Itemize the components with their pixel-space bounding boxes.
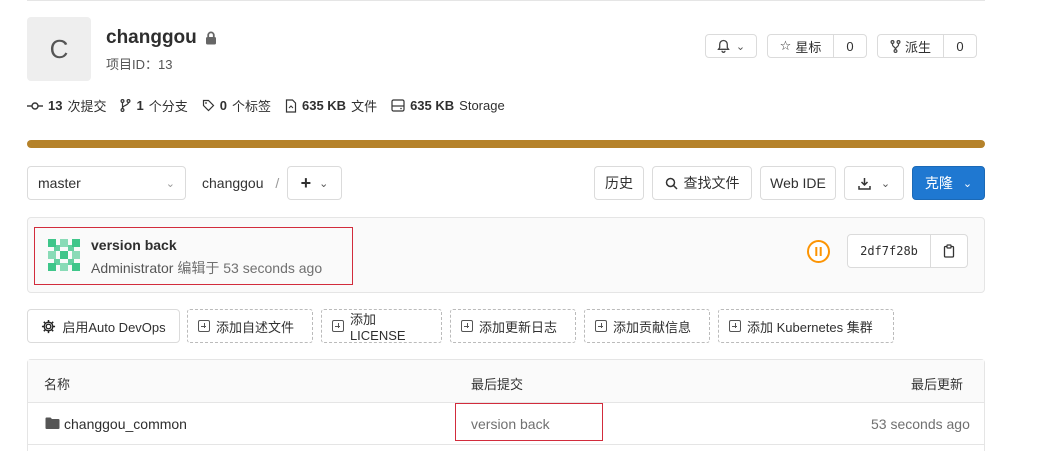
- notification-dropdown[interactable]: ⌄: [705, 34, 757, 58]
- commits-count: 13: [48, 98, 63, 113]
- auto-devops-label: 启用Auto DevOps: [62, 319, 166, 335]
- add-license-button[interactable]: 添加LICENSE: [321, 309, 442, 343]
- project-name[interactable]: changgou: [106, 27, 197, 49]
- star-button[interactable]: ☆ 星标: [767, 34, 834, 58]
- commits-stat[interactable]: 13 次提交: [27, 96, 106, 115]
- branches-stat[interactable]: 1 个分支: [120, 96, 188, 115]
- gear-icon: [42, 319, 56, 333]
- folder-icon: [45, 417, 60, 429]
- auto-devops-button[interactable]: 启用Auto DevOps: [27, 309, 180, 343]
- project-id: 项目ID：13: [106, 57, 173, 72]
- project-avatar: C: [27, 17, 91, 81]
- plus-square-icon: [595, 320, 607, 332]
- star-count[interactable]: 0: [833, 34, 867, 58]
- commits-label: 次提交: [67, 99, 107, 114]
- add-readme-button[interactable]: 添加自述文件: [187, 309, 313, 343]
- chevron-down-icon: ⌄: [735, 40, 746, 53]
- find-file-label: 查找文件: [683, 175, 740, 191]
- storage-size: 635 KB: [410, 98, 455, 113]
- files-label: 文件: [351, 99, 378, 114]
- storage-icon: [391, 99, 405, 112]
- bell-icon: [717, 39, 730, 53]
- project-stats: 13 次提交 1 个分支 0 个标签 635 KB 文件 635 KB Storage: [27, 96, 505, 115]
- breadcrumb[interactable]: changgou /: [202, 175, 279, 191]
- star-label: 星标: [795, 39, 822, 55]
- add-kubernetes-button[interactable]: 添加 Kubernetes 集群: [718, 309, 894, 343]
- add-contributing-button[interactable]: 添加贡献信息: [584, 309, 710, 343]
- web-ide-button[interactable]: Web IDE: [760, 166, 836, 200]
- plus-square-icon: [729, 320, 741, 332]
- tag-icon: [202, 99, 215, 112]
- chevron-down-icon: ⌄: [165, 177, 175, 190]
- plus-icon: +: [300, 173, 312, 193]
- search-icon: [665, 177, 678, 190]
- plus-square-icon: [332, 320, 344, 332]
- download-icon: [858, 177, 871, 190]
- clone-label: 克隆: [924, 175, 953, 191]
- fork-icon: [890, 39, 901, 53]
- lock-icon: [205, 31, 216, 45]
- clipboard-icon: [943, 244, 955, 258]
- add-readme-label: 添加自述文件: [216, 319, 295, 335]
- history-button[interactable]: 历史: [594, 166, 644, 200]
- commit-title[interactable]: version back: [91, 237, 177, 253]
- tags-count: 0: [219, 98, 227, 113]
- find-file-button[interactable]: 查找文件: [652, 166, 752, 200]
- commit-sha[interactable]: 2df7f28b: [847, 234, 931, 268]
- project-title[interactable]: changgou: [106, 27, 217, 49]
- branches-label: 个分支: [148, 99, 188, 114]
- commit-author[interactable]: Administrator: [91, 260, 173, 276]
- files-stat[interactable]: 635 KB 文件: [285, 96, 377, 115]
- commit-meta: Administrator 编辑于 53 seconds ago: [91, 258, 322, 278]
- storage-label: Storage: [459, 98, 505, 113]
- download-dropdown[interactable]: ⌄: [844, 166, 904, 200]
- add-changelog-button[interactable]: 添加更新日志: [450, 309, 576, 343]
- storage-stat: 635 KB Storage: [391, 98, 505, 113]
- plus-square-icon: [198, 320, 210, 332]
- breadcrumb-separator: /: [275, 175, 280, 191]
- branch-selector[interactable]: master ⌄: [27, 166, 186, 200]
- branch-name: master: [38, 175, 81, 191]
- add-license-label: 添加LICENSE: [349, 312, 406, 343]
- add-kubernetes-label: 添加 Kubernetes 集群: [747, 319, 873, 335]
- chevron-down-icon: ⌄: [962, 177, 973, 190]
- commit-edited-label: 编辑于: [177, 260, 220, 276]
- file-name-link[interactable]: changgou_common: [64, 416, 187, 432]
- file-icon: [285, 98, 297, 113]
- add-to-tree-dropdown[interactable]: + ⌄: [287, 166, 342, 200]
- user-avatar[interactable]: [44, 235, 84, 275]
- add-changelog-label: 添加更新日志: [479, 319, 558, 335]
- fork-label: 派生: [904, 39, 931, 55]
- top-divider: [27, 0, 985, 1]
- header-last-update: 最后更新: [911, 377, 964, 392]
- row-commit-link[interactable]: version back: [471, 416, 550, 432]
- fork-count[interactable]: 0: [943, 34, 977, 58]
- branches-count: 1: [136, 98, 144, 113]
- chevron-down-icon: ⌄: [319, 177, 329, 190]
- files-size: 635 KB: [301, 98, 347, 113]
- copy-sha-button[interactable]: [930, 234, 968, 268]
- tags-stat[interactable]: 0 个标签: [202, 96, 271, 115]
- pipeline-status-icon[interactable]: [806, 239, 831, 264]
- star-icon: ☆: [779, 38, 792, 53]
- chevron-down-icon: ⌄: [880, 177, 891, 190]
- header-name: 名称: [44, 377, 71, 392]
- repository-language-bar: [27, 140, 985, 148]
- clone-dropdown[interactable]: 克隆 ⌄: [912, 166, 985, 200]
- header-last-commit: 最后提交: [471, 377, 524, 392]
- commit-icon: [27, 101, 43, 110]
- row-updated: 53 seconds ago: [871, 416, 970, 432]
- add-contributing-label: 添加贡献信息: [613, 319, 692, 335]
- fork-button[interactable]: 派生: [877, 34, 944, 58]
- plus-square-icon: [461, 320, 473, 332]
- breadcrumb-project[interactable]: changgou: [202, 175, 264, 191]
- project-avatar-letter: C: [49, 33, 69, 64]
- tags-label: 个标签: [231, 99, 271, 114]
- branch-icon: [120, 99, 131, 112]
- commit-time: 53 seconds ago: [223, 260, 323, 276]
